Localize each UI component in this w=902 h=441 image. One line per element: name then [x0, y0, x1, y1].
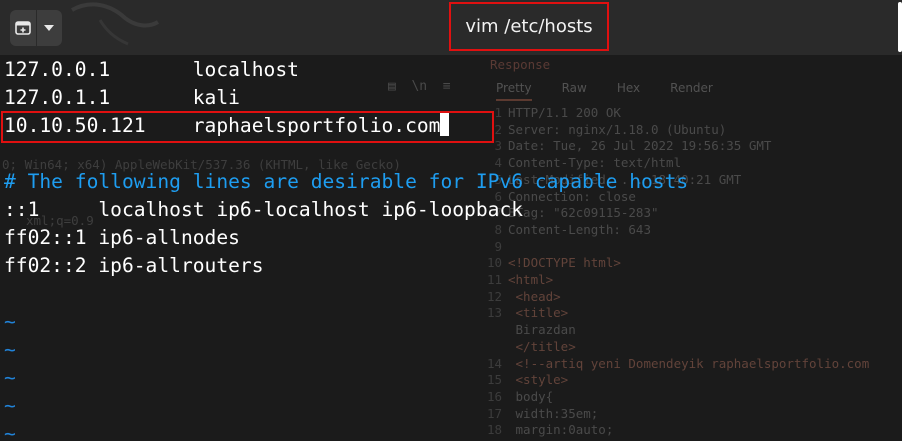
empty-line-tilde: ~ [4, 310, 16, 333]
background-response-line: 2 Server: nginx/1.18.0 (Ubuntu) [480, 122, 902, 139]
hosts-line: ::1 localhost ip6-localhost ip6-loopback [4, 198, 524, 221]
background-tab: Render [670, 81, 713, 95]
background-line-number: 17 [486, 405, 502, 421]
chevron-down-icon [44, 25, 55, 31]
background-tabs: Pretty Raw Hex Render [496, 80, 713, 101]
new-tab-button[interactable] [10, 10, 36, 46]
background-tab: Pretty [496, 80, 532, 101]
hosts-comment-line: # The following lines are desirable for … [4, 170, 689, 193]
background-line-text: Birazdan [508, 322, 576, 338]
wrap-icon: ▤ [388, 79, 396, 94]
background-line-text: ETag: "62c09115-283" [508, 205, 659, 221]
menu-icon: ≡ [442, 79, 451, 94]
background-response-line: 1 HTTP/1.1 200 OK [480, 105, 902, 122]
background-section-title: Response [490, 57, 551, 72]
window-edge [898, 2, 902, 52]
background-response-line: 10 <!DOCTYPE html> [480, 255, 902, 272]
background-line-text: Content-Length: 643 [508, 221, 651, 237]
background-line-number: 11 [486, 272, 502, 287]
background-line-text: </title> [508, 338, 576, 354]
background-response-line: 13 <title> [480, 305, 902, 322]
background-response-line: 17 width:35em; [480, 406, 902, 423]
background-toolbar-icons: ▤ \n ≡ [388, 79, 451, 94]
background-line-number: 16 [486, 388, 502, 404]
hosts-line: ff02::1 ip6-allnodes [4, 226, 240, 249]
hosts-line: 127.0.0.1 localhost [4, 58, 299, 81]
new-entry-highlight [1, 111, 494, 143]
background-line-text: HTTP/1.1 200 OK [508, 105, 621, 120]
background-line-number: 14 [486, 355, 502, 371]
background-response-line: 11 <html> [480, 272, 902, 289]
new-tab-icon [14, 21, 31, 35]
background-line-number: 9 [494, 238, 502, 254]
background-tab: Raw [561, 81, 587, 95]
background-response-line: 18 margin:0auto; [480, 422, 902, 439]
background-response-line: 16 body{ [480, 389, 902, 406]
background-line-text: body{ [508, 388, 554, 404]
new-tab-button-group[interactable] [10, 10, 62, 46]
background-line-text: margin:0auto; [508, 422, 614, 438]
background-line-text: <!DOCTYPE html> [508, 255, 621, 271]
background-line-number: 15 [486, 372, 502, 388]
hosts-line: ff02::2 ip6-allrouters [4, 254, 264, 277]
background-response-panel: Response Pretty Raw Hex Render 1 HTTP/1.1… [480, 55, 902, 441]
background-response-line: Birazdan [480, 322, 902, 339]
window-title-highlight: vim /etc/hosts [449, 2, 609, 51]
background-tab: Hex [616, 81, 641, 95]
background-line-text: <head> [508, 288, 561, 304]
background-line-text: <html> [508, 272, 554, 287]
window-title: vim /etc/hosts [465, 16, 593, 37]
empty-line-tilde: ~ [4, 338, 16, 361]
background-line-text: Server: nginx/1.18.0 (Ubuntu) [508, 121, 727, 137]
background-line-text: Date: Tue, 26 Jul 2022 19:56:35 GMT [508, 138, 772, 154]
background-line-number: 8 [494, 221, 502, 237]
background-line-number: 10 [486, 255, 502, 271]
background-line-text: <!--artiq yeni Domendeyik raphaelsportfo… [508, 355, 870, 371]
empty-line-tilde: ~ [4, 394, 16, 417]
empty-line-tilde: ~ [4, 422, 16, 441]
empty-line-tilde: ~ [4, 366, 16, 389]
newline-icon: \n [411, 79, 428, 94]
tab-menu-button[interactable] [37, 10, 63, 46]
background-response-line: 15 <style> [480, 372, 902, 389]
terminal-body[interactable]: 0; Win64; x64) AppleWebKit/537.36 (KHTML… [0, 55, 902, 441]
background-response-line: 8 Content-Length: 643 [480, 222, 902, 239]
kali-dragon-watermark-icon [71, 2, 160, 46]
background-response-line: </title> [480, 339, 902, 356]
background-response-line: 12 <head> [480, 289, 902, 306]
background-line-number: 13 [486, 305, 502, 321]
background-response-line: 14 <!--artiq yeni Domendeyik raphaelspor… [480, 356, 902, 373]
background-line-number: 12 [486, 288, 502, 304]
terminal-titlebar: vim /etc/hosts [0, 0, 902, 56]
background-line-number: 18 [486, 422, 502, 438]
background-response-line: 9 [480, 239, 902, 256]
background-response-line: 7 ETag: "62c09115-283" [480, 205, 902, 222]
hosts-line: 127.0.1.1 kali [4, 86, 240, 109]
background-line-text: <style> [508, 372, 569, 388]
background-line-text: <title> [508, 305, 569, 321]
background-line-text: width:35em; [508, 405, 599, 421]
background-response-line: 3 Date: Tue, 26 Jul 2022 19:56:35 GMT [480, 138, 902, 155]
